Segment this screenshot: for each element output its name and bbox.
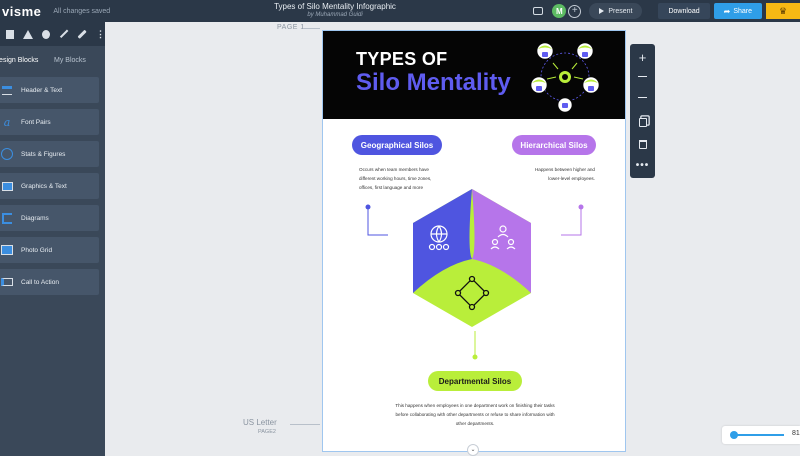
scroll-down-icon[interactable]: ⌄ — [467, 444, 479, 456]
present-button[interactable]: Present — [589, 3, 643, 19]
add-collaborator-button[interactable]: + — [568, 4, 582, 18]
plus-icon: + — [638, 49, 647, 65]
line-tool-icon[interactable] — [59, 30, 68, 38]
document-author: by Muhammad Guidi — [307, 12, 363, 18]
top-bar-actions: M + Present Download ➦ Share ♛ — [533, 0, 800, 22]
present-label: Present — [608, 7, 633, 15]
duplicate-block-button[interactable] — [630, 113, 655, 131]
design-blocks-sidebar: Design Blocks My Blocks Header & Text a … — [0, 46, 105, 456]
page-label: PAGE 1 — [277, 24, 305, 31]
add-block-button[interactable]: + — [630, 48, 655, 66]
sidebar-item-stats-figures[interactable]: Stats & Figures — [0, 141, 99, 167]
page-guide-line — [304, 28, 320, 29]
infographic-page[interactable]: TYPES OF Silo Mentality Geographical Sil… — [322, 30, 626, 452]
zoom-slider-track[interactable] — [732, 434, 784, 436]
departmental-silos-pill[interactable]: Departmental Silos — [428, 371, 522, 391]
user-avatar[interactable]: M — [552, 4, 567, 18]
zoom-value: 81 — [792, 430, 800, 437]
move-down-button[interactable] — [630, 91, 655, 109]
share-button[interactable]: ➦ Share — [713, 3, 762, 19]
font-pairs-icon: a — [3, 115, 11, 129]
more-tools-icon[interactable]: ⋮ — [96, 29, 105, 39]
header-text-icon — [2, 85, 12, 95]
sidebar-item-header-text[interactable]: Header & Text — [0, 77, 99, 103]
top-bar: visme All changes saved Types of Silo Me… — [0, 0, 800, 22]
sidebar-item-photo-grid[interactable]: Photo Grid — [0, 237, 99, 263]
move-up-button[interactable] — [630, 70, 655, 88]
sidebar-item-diagrams[interactable]: Diagrams — [0, 205, 99, 231]
download-button[interactable]: Download — [658, 3, 710, 19]
drawing-toolbar: ⋮ — [0, 22, 105, 46]
copy-icon — [638, 117, 647, 127]
diagram-icon — [2, 212, 12, 224]
tab-my-blocks[interactable]: My Blocks — [54, 57, 86, 64]
page-size-label: US Letter — [243, 418, 277, 427]
move-down-icon — [638, 97, 647, 103]
save-status: All changes saved — [53, 7, 111, 15]
zoom-control: 81 — [722, 426, 800, 444]
block-actions-toolbar: + ••• — [630, 44, 655, 178]
more-dots-icon: ••• — [635, 159, 650, 171]
trash-icon — [638, 139, 647, 149]
pen-tool-icon[interactable] — [77, 29, 87, 39]
share-label: Share — [733, 7, 752, 15]
photo-grid-icon — [1, 245, 13, 255]
comments-icon[interactable] — [533, 7, 544, 15]
circle-shape-icon[interactable] — [41, 29, 50, 39]
document-title[interactable]: Types of Silo Mentality Infographic — [240, 2, 430, 11]
more-options-button[interactable]: ••• — [630, 156, 655, 174]
triangle-shape-icon[interactable] — [22, 29, 33, 39]
silo-hexagon-diagram[interactable] — [413, 189, 531, 327]
move-up-icon — [638, 76, 647, 82]
dept-connector — [472, 331, 478, 360]
sidebar-item-call-to-action[interactable]: Call to Action — [0, 269, 99, 295]
sidebar-item-font-pairs[interactable]: a Font Pairs — [0, 109, 99, 135]
hier-connector — [561, 204, 584, 236]
visme-logo[interactable]: visme — [2, 4, 41, 19]
stats-icon — [1, 148, 13, 160]
tab-design-blocks[interactable]: Design Blocks — [0, 57, 44, 64]
next-page-label: PAGE2 — [258, 429, 276, 435]
departmental-silos-description[interactable]: This happens when employees in one depar… — [393, 401, 557, 428]
square-shape-icon[interactable] — [6, 29, 14, 39]
document-title-area[interactable]: Types of Silo Mentality Infographic by M… — [240, 2, 430, 18]
call-to-action-icon — [1, 278, 13, 286]
delete-block-button[interactable] — [630, 135, 655, 153]
page-size-guide-line — [290, 424, 320, 425]
play-icon — [599, 8, 605, 14]
sidebar-tabs: Design Blocks My Blocks — [0, 46, 105, 74]
share-icon: ➦ — [723, 6, 731, 16]
sidebar-item-graphics-text[interactable]: Graphics & Text — [0, 173, 99, 199]
upgrade-crown-button[interactable]: ♛ — [766, 3, 800, 19]
geo-connector — [365, 204, 388, 236]
zoom-slider-handle[interactable] — [730, 431, 738, 439]
graphics-text-icon — [1, 181, 13, 191]
